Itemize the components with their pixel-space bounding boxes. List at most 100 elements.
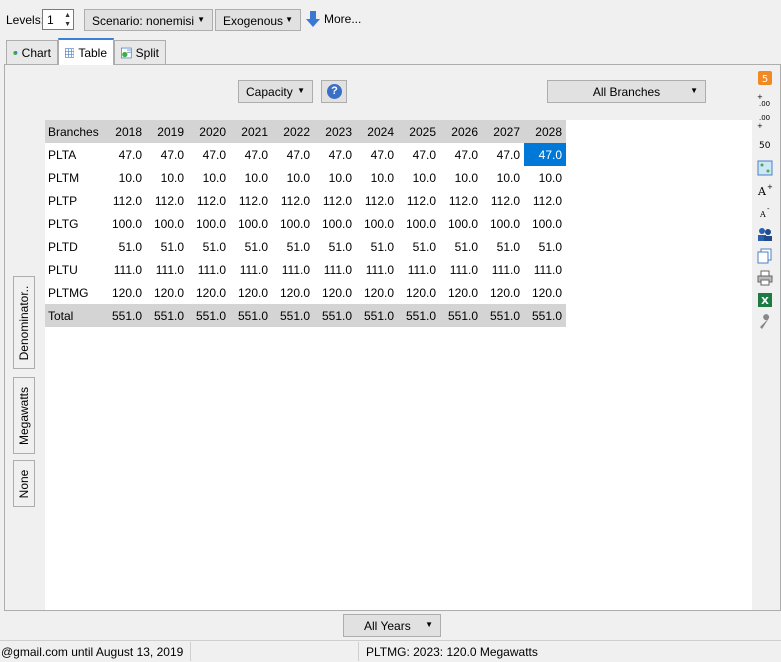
- table-cell[interactable]: 120.0: [146, 281, 188, 304]
- table-cell[interactable]: 111.0: [440, 258, 482, 281]
- table-cell[interactable]: 112.0: [314, 189, 356, 212]
- years-dropdown[interactable]: All Years ▼: [343, 614, 441, 637]
- scaling-button[interactable]: None: [13, 460, 35, 507]
- table-cell[interactable]: 100.0: [314, 212, 356, 235]
- table-cell[interactable]: 120.0: [398, 281, 440, 304]
- table-cell[interactable]: 120.0: [272, 281, 314, 304]
- column-header-year[interactable]: 2023: [314, 120, 356, 143]
- table-cell[interactable]: 111.0: [524, 258, 566, 281]
- zero-icon[interactable]: 50: [757, 136, 773, 152]
- grid-icon[interactable]: [757, 160, 773, 176]
- table-cell[interactable]: 100.0: [356, 212, 398, 235]
- table-cell[interactable]: 10.0: [524, 166, 566, 189]
- row-header[interactable]: PLTU: [45, 258, 104, 281]
- table-cell[interactable]: 551.0: [230, 304, 272, 327]
- table-cell[interactable]: 111.0: [230, 258, 272, 281]
- table-cell[interactable]: 551.0: [146, 304, 188, 327]
- table-cell[interactable]: 47.0: [104, 143, 146, 166]
- table-cell[interactable]: 112.0: [398, 189, 440, 212]
- settings-wrench-icon[interactable]: [757, 314, 773, 330]
- column-header-year[interactable]: 2028: [524, 120, 566, 143]
- table-cell[interactable]: 120.0: [356, 281, 398, 304]
- table-cell[interactable]: 111.0: [272, 258, 314, 281]
- table-cell[interactable]: 111.0: [104, 258, 146, 281]
- row-header[interactable]: PLTA: [45, 143, 104, 166]
- table-cell[interactable]: 551.0: [398, 304, 440, 327]
- table-cell[interactable]: 111.0: [482, 258, 524, 281]
- exogenous-dropdown[interactable]: Exogenous ▼: [215, 9, 301, 31]
- levels-spinner[interactable]: 1 ▲ ▼: [42, 9, 74, 30]
- column-header-branches[interactable]: Branches: [45, 120, 104, 143]
- table-cell[interactable]: 51.0: [398, 235, 440, 258]
- column-header-year[interactable]: 2019: [146, 120, 188, 143]
- row-header[interactable]: PLTD: [45, 235, 104, 258]
- table-cell[interactable]: 100.0: [398, 212, 440, 235]
- column-header-year[interactable]: 2021: [230, 120, 272, 143]
- font-decrease-icon[interactable]: A-: [757, 204, 773, 220]
- table-cell[interactable]: 112.0: [104, 189, 146, 212]
- table-cell[interactable]: 10.0: [440, 166, 482, 189]
- table-cell[interactable]: 100.0: [524, 212, 566, 235]
- table-cell[interactable]: 120.0: [440, 281, 482, 304]
- decimals-decrease-icon[interactable]: .00+: [757, 114, 773, 130]
- table-cell[interactable]: 112.0: [146, 189, 188, 212]
- table-cell[interactable]: 551.0: [104, 304, 146, 327]
- scenario-dropdown[interactable]: Scenario: nonemisi ▼: [84, 9, 213, 31]
- copy-icon[interactable]: [757, 248, 773, 264]
- table-cell[interactable]: 551.0: [356, 304, 398, 327]
- table-cell[interactable]: 51.0: [104, 235, 146, 258]
- table-cell[interactable]: 51.0: [356, 235, 398, 258]
- table-cell[interactable]: 112.0: [440, 189, 482, 212]
- table-cell[interactable]: 10.0: [356, 166, 398, 189]
- table-cell[interactable]: 47.0: [188, 143, 230, 166]
- table-cell[interactable]: 112.0: [482, 189, 524, 212]
- table-cell[interactable]: 10.0: [314, 166, 356, 189]
- column-header-year[interactable]: 2020: [188, 120, 230, 143]
- spinner-arrows-icon[interactable]: ▲ ▼: [64, 11, 71, 29]
- column-header-year[interactable]: 2025: [398, 120, 440, 143]
- table-cell[interactable]: 111.0: [314, 258, 356, 281]
- row-header[interactable]: PLTP: [45, 189, 104, 212]
- table-cell[interactable]: 112.0: [272, 189, 314, 212]
- table-cell[interactable]: 10.0: [104, 166, 146, 189]
- font-increase-icon[interactable]: A +: [757, 182, 773, 198]
- excel-icon[interactable]: X: [757, 292, 773, 308]
- table-cell[interactable]: 51.0: [146, 235, 188, 258]
- users-icon[interactable]: [757, 226, 773, 242]
- table-cell[interactable]: 112.0: [524, 189, 566, 212]
- decimals-increase-icon[interactable]: +.00: [757, 92, 773, 108]
- table-cell[interactable]: 551.0: [188, 304, 230, 327]
- table-cell[interactable]: 100.0: [146, 212, 188, 235]
- tab-chart[interactable]: Chart: [6, 40, 58, 64]
- table-cell[interactable]: 120.0: [188, 281, 230, 304]
- table-cell[interactable]: 51.0: [440, 235, 482, 258]
- table-cell[interactable]: 51.0: [188, 235, 230, 258]
- table-cell[interactable]: 51.0: [230, 235, 272, 258]
- table-cell[interactable]: 111.0: [146, 258, 188, 281]
- table-cell[interactable]: 51.0: [482, 235, 524, 258]
- table-cell[interactable]: 120.0: [482, 281, 524, 304]
- table-cell[interactable]: 112.0: [230, 189, 272, 212]
- table-cell[interactable]: 111.0: [356, 258, 398, 281]
- table-cell[interactable]: 120.0: [524, 281, 566, 304]
- table-cell[interactable]: 100.0: [272, 212, 314, 235]
- row-header[interactable]: PLTMG: [45, 281, 104, 304]
- table-cell[interactable]: 47.0: [524, 143, 566, 166]
- table-cell[interactable]: 51.0: [314, 235, 356, 258]
- more-button[interactable]: More...: [306, 11, 361, 27]
- help-button[interactable]: ?: [321, 80, 347, 103]
- row-header[interactable]: Total: [45, 304, 104, 327]
- table-cell[interactable]: 100.0: [104, 212, 146, 235]
- table-cell[interactable]: 10.0: [398, 166, 440, 189]
- table-cell[interactable]: 47.0: [314, 143, 356, 166]
- table-cell[interactable]: 111.0: [398, 258, 440, 281]
- table-cell[interactable]: 100.0: [440, 212, 482, 235]
- table-cell[interactable]: 47.0: [440, 143, 482, 166]
- tab-split[interactable]: Split: [114, 40, 166, 64]
- table-cell[interactable]: 551.0: [440, 304, 482, 327]
- units-button[interactable]: Megawatts: [13, 377, 35, 454]
- table-cell[interactable]: 120.0: [104, 281, 146, 304]
- table-cell[interactable]: 10.0: [482, 166, 524, 189]
- table-cell[interactable]: 551.0: [272, 304, 314, 327]
- table-cell[interactable]: 47.0: [398, 143, 440, 166]
